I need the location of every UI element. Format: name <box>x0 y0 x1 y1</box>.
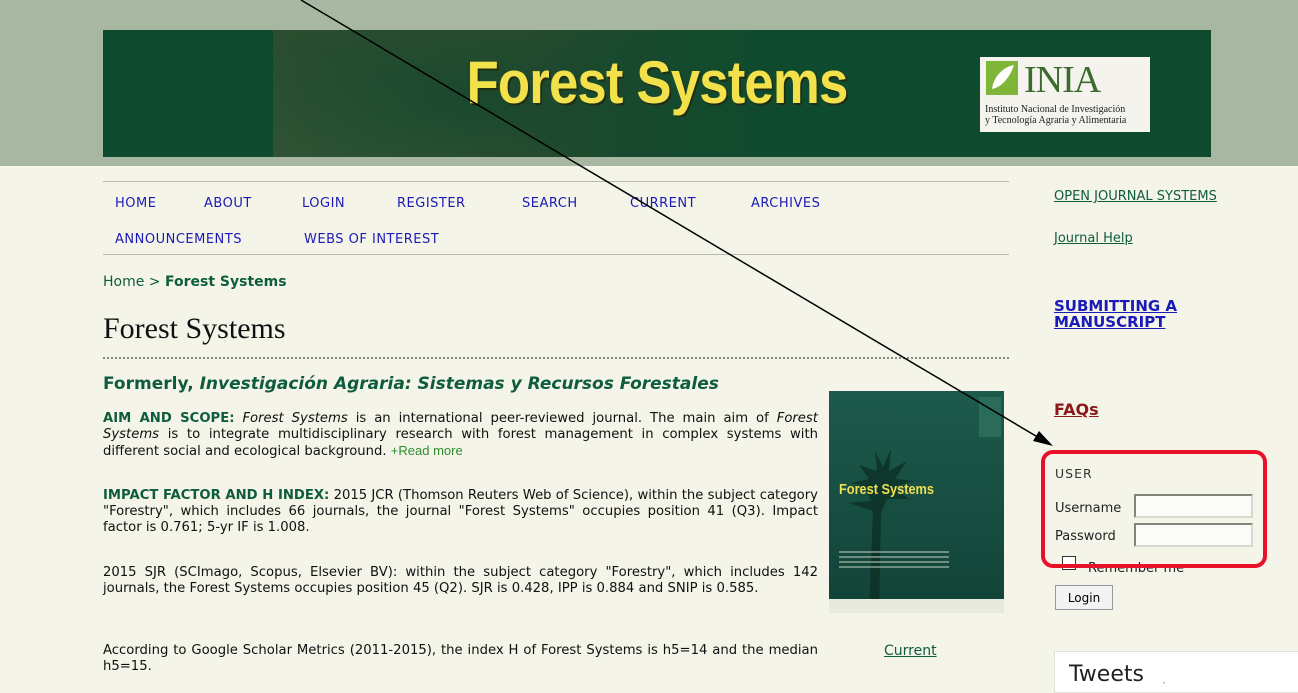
breadcrumb-current[interactable]: Forest Systems <box>165 274 287 290</box>
impact-lead: IMPACT FACTOR AND H INDEX: <box>103 488 330 503</box>
nav-announcements[interactable]: ANNOUNCEMENTS <box>115 232 242 247</box>
nav-register[interactable]: REGISTER <box>397 196 466 211</box>
tweets-separator: · <box>1162 676 1166 690</box>
page-title: Forest Systems <box>103 312 286 345</box>
inia-logo-subtitle: Instituto Nacional de Investigación y Te… <box>985 104 1126 126</box>
login-highlight-box <box>1041 450 1267 568</box>
ojs-link[interactable]: OPEN JOURNAL SYSTEMS <box>1054 189 1217 204</box>
login-button[interactable]: Login <box>1055 585 1113 610</box>
impact-factor-paragraph: IMPACT FACTOR AND H INDEX: 2015 JCR (Tho… <box>103 488 818 536</box>
aim-and-scope-paragraph: AIM AND SCOPE: Forest Systems is an inte… <box>103 411 818 460</box>
nav-home[interactable]: HOME <box>115 196 156 211</box>
formerly-prefix: Formerly, <box>103 374 194 394</box>
cover-text-lines <box>839 551 949 571</box>
read-more-link[interactable]: +Read more <box>391 443 463 458</box>
aim-journal: Forest Systems <box>242 411 348 426</box>
nav-login[interactable]: LOGIN <box>302 196 345 211</box>
tweets-title: Tweets <box>1069 662 1144 687</box>
cover-footer-logos <box>829 599 1004 613</box>
nav-about[interactable]: ABOUT <box>204 196 252 211</box>
aim-text-1: is an international peer-reviewed journa… <box>355 411 769 426</box>
sjr-paragraph: 2015 SJR (SCImago, Scopus, Elsevier BV):… <box>103 565 818 596</box>
tweets-widget[interactable]: Tweets · <box>1054 651 1298 693</box>
journal-help-link[interactable]: Journal Help <box>1054 231 1133 246</box>
current-issue-link[interactable]: Current <box>884 643 937 659</box>
submitting-manuscript-link[interactable]: SUBMITTING A MANUSCRIPT <box>1054 298 1244 330</box>
inia-logo[interactable]: INIA Instituto Nacional de Investigación… <box>980 57 1150 132</box>
faqs-link[interactable]: FAQs <box>1054 400 1099 419</box>
journal-banner[interactable]: Forest Systems INIA Instituto Nacional d… <box>103 30 1211 157</box>
annotation-arrowhead <box>1033 431 1053 446</box>
breadcrumb-home[interactable]: Home <box>103 274 144 290</box>
inia-sub-line-2: y Tecnología Agraria y Alimentaria <box>985 115 1127 126</box>
scholar-paragraph: According to Google Scholar Metrics (201… <box>103 643 818 674</box>
breadcrumb-separator: > <box>148 274 161 290</box>
nav-webs-of-interest[interactable]: WEBS OF INTEREST <box>304 232 439 247</box>
nav-archives[interactable]: ARCHIVES <box>751 196 820 211</box>
aim-lead: AIM AND SCOPE: <box>103 411 235 426</box>
breadcrumb: Home > Forest Systems <box>103 274 287 290</box>
formerly-heading: Formerly, Investigación Agraria: Sistema… <box>103 374 719 394</box>
cover-volume-label <box>979 397 1001 437</box>
nav-current[interactable]: CURRENT <box>630 196 696 211</box>
main-navigation: HOME ABOUT LOGIN REGISTER SEARCH CURRENT… <box>103 181 1009 255</box>
inia-sub-line-1: Instituto Nacional de Investigación <box>985 104 1126 115</box>
title-divider <box>103 357 1009 359</box>
inia-leaf-icon <box>986 61 1018 95</box>
cover-title: Forest Systems <box>839 481 934 498</box>
journal-cover-image[interactable]: Forest Systems <box>829 391 1004 613</box>
cover-tree-icon <box>849 449 915 613</box>
formerly-name: Investigación Agraria: Sistemas y Recurs… <box>199 374 719 394</box>
nav-search[interactable]: SEARCH <box>522 196 578 211</box>
inia-logo-word: INIA <box>1024 59 1101 101</box>
